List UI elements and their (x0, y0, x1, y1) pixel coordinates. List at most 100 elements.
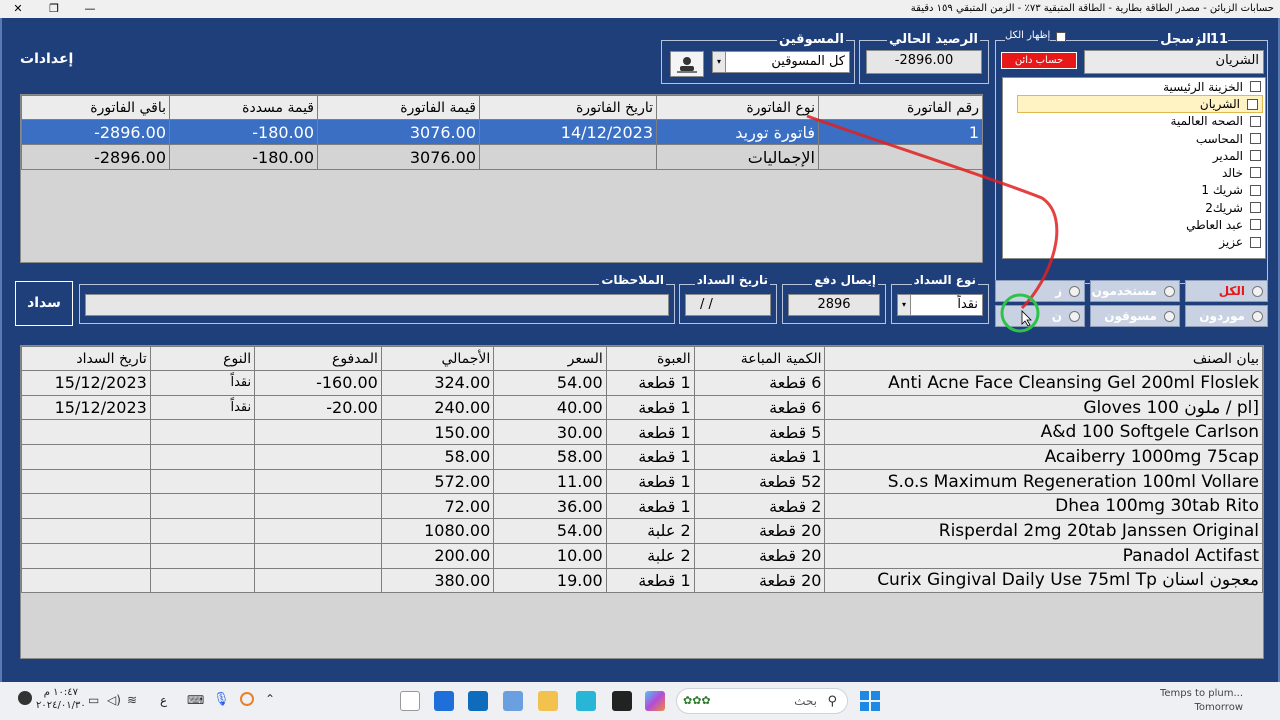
items-grid: بيان الصنف الكمية المباعة العبوة السعر ا… (20, 345, 1264, 659)
column-header[interactable]: الأجمالي (380, 346, 495, 371)
checkbox-icon[interactable] (1250, 115, 1261, 127)
language-indicator[interactable]: ع (160, 693, 167, 707)
tree-item[interactable]: الخزينة الرئيسية (1003, 78, 1265, 95)
filter-marketers-radio[interactable]: مسوقون (1090, 305, 1180, 327)
column-header[interactable]: رقم الفاتورة (818, 95, 982, 120)
table-row[interactable]: Curix Gingival Daily Use 75ml Tp معجون ا… (21, 567, 1263, 594)
checkbox-icon[interactable] (1250, 236, 1261, 248)
radio-icon (1252, 286, 1263, 297)
close-icon[interactable]: ✕ (0, 0, 36, 18)
table-row[interactable]: Risperdal 2mg 20tab Janssen Original 20 ق… (21, 518, 1263, 544)
chevron-down-icon[interactable]: ▾ (897, 294, 911, 316)
column-header[interactable]: العبوة (605, 346, 695, 371)
maximize-icon[interactable]: ❐ (36, 0, 72, 18)
battery-icon[interactable]: ▭ (88, 693, 99, 707)
folder-icon[interactable] (538, 691, 558, 711)
customers-tree: الخزينة الرئيسية الشريان الصحه العالمية … (1002, 77, 1266, 259)
filter-customers-radio[interactable]: ز (995, 280, 1085, 302)
tree-item[interactable]: شريك 1 (1003, 182, 1265, 199)
filter-users-radio[interactable]: مستخدمون (1090, 280, 1180, 302)
column-header[interactable]: قيمة الفاتورة (317, 95, 480, 120)
chevron-down-icon[interactable]: ▾ (712, 51, 726, 73)
date-field[interactable]: / / (685, 294, 771, 316)
monitor-app-icon[interactable] (434, 691, 454, 711)
checkbox-icon[interactable] (1247, 99, 1258, 111)
barcode-app-icon[interactable] (400, 691, 420, 711)
radio-icon (1164, 286, 1175, 297)
calculator-icon[interactable] (503, 691, 523, 711)
tree-item[interactable]: المحاسب (1003, 130, 1265, 147)
tree-item[interactable]: عزيز (1003, 234, 1265, 251)
table-row[interactable]: 1 فاتورة توريد 14/12/2023 3076.00 -180.0… (21, 119, 982, 145)
keyboard-icon[interactable]: ⌨ (187, 693, 204, 707)
filter-all-radio[interactable]: الكل (1185, 280, 1268, 302)
wifi-icon[interactable]: ≋ (127, 693, 137, 707)
search-highlight-icon: ✿✿✿ (683, 694, 711, 707)
column-header[interactable]: بيان الصنف (824, 346, 1263, 371)
table-row[interactable]: Anti Acne Face Cleansing Gel 200ml Flosl… (21, 370, 1263, 396)
checkbox-icon[interactable] (1250, 150, 1261, 162)
marketer-profile-icon[interactable] (670, 51, 704, 77)
table-row[interactable]: A&d 100 Softgele Carlson 5 قطعة 1 قطعة 30.0… (21, 419, 1263, 446)
minimize-icon[interactable]: — (72, 0, 108, 18)
checkbox-icon[interactable] (1250, 219, 1261, 231)
table-row[interactable]: Gloves ملون 100 / pl] 6 قطعة 1 قطعة 40.00 24… (21, 394, 1263, 421)
table-row[interactable]: S.o.s Maximum Regeneration 100ml Vollare… (21, 468, 1263, 495)
copilot-app-icon[interactable] (645, 691, 665, 711)
window-title: حسابات الزبائن - مصدر الطاقة بطارية - ال… (910, 3, 1274, 14)
settings-link[interactable]: إعدادات (20, 51, 73, 67)
column-header[interactable]: المدفوع (254, 346, 382, 371)
tree-item[interactable]: خالد (1003, 164, 1265, 181)
notes-field[interactable] (85, 294, 669, 316)
microphone-icon[interactable]: 🎙 (213, 692, 230, 707)
checkbox-icon[interactable] (1250, 184, 1261, 196)
tree-item[interactable]: الصحه العالمية (1003, 113, 1265, 130)
tree-item[interactable]: عبد العاطي (1003, 216, 1265, 233)
marketers-select[interactable]: كل المسوقين (712, 51, 850, 73)
snipping-tool-icon[interactable] (576, 691, 596, 711)
payment-type-label: نوع السداد (911, 273, 978, 287)
column-header[interactable]: قيمة مسددة (169, 95, 318, 120)
windows-start-icon[interactable] (860, 691, 880, 711)
checkbox-icon[interactable] (1250, 202, 1261, 214)
column-header[interactable]: تاريخ السداد (21, 346, 151, 371)
show-all-checkbox[interactable] (1056, 32, 1066, 42)
copilot-icon[interactable] (240, 692, 254, 706)
radio-icon (1164, 311, 1175, 322)
table-row[interactable]: Panadol Actifast 20 قطعة 2 علبة 10.00 200.00 (21, 542, 1263, 569)
column-header[interactable]: السعر (493, 346, 607, 371)
column-header[interactable]: النوع (149, 346, 256, 371)
column-header[interactable]: نوع الفاتورة (656, 95, 819, 120)
column-header[interactable]: تاريخ الفاتورة (479, 95, 657, 120)
balance-label: الرصيد الحالي (887, 32, 980, 47)
filter-suppliers-radio[interactable]: موردون (1185, 305, 1268, 327)
filter-other-radio[interactable]: ن (995, 305, 1085, 327)
app-window: إعدادات المسوقين كل المسوقين ▾ الرصيد ال… (0, 18, 1280, 682)
receipt-field[interactable]: 2896 (788, 294, 880, 316)
terminal-icon[interactable] (612, 691, 632, 711)
tree-item-selected[interactable]: الشريان (1017, 95, 1263, 113)
pay-button[interactable]: سداد (15, 281, 73, 326)
weather-widget[interactable]: Temps to plum... Tomorrow (1160, 687, 1243, 715)
table-row[interactable]: Dhea 100mg 30tab Rito 2 قطعة 1 قطعة 36.00 72… (21, 493, 1263, 520)
totals-row: الإجماليات 3076.00 -180.00 -2896.00 (21, 144, 982, 170)
settings-gear-icon[interactable] (18, 691, 32, 705)
table-row[interactable]: Acaiberry 1000mg 75cap 1 قطعة 1 قطعة 58.00 5… (21, 444, 1263, 470)
customers-count: 11 (1209, 32, 1228, 47)
checkbox-icon[interactable] (1250, 167, 1261, 179)
customer-name-field[interactable]: الشريان (1084, 50, 1264, 74)
tree-item[interactable]: المدير (1003, 147, 1265, 164)
column-header[interactable]: الكمية المباعة (693, 346, 826, 371)
tree-item[interactable]: شريك2 (1003, 199, 1265, 216)
chevron-up-icon[interactable]: ⌃ (265, 692, 275, 706)
items-table: بيان الصنف الكمية المباعة العبوة السعر ا… (21, 346, 1263, 594)
checkbox-icon[interactable] (1250, 81, 1261, 92)
volume-icon[interactable]: ◁) (107, 693, 121, 707)
show-all-label: إظهار الكل (1005, 30, 1051, 41)
column-header[interactable]: باقي الفاتورة (21, 95, 170, 120)
clock[interactable]: ١٠:٤٧ م ٢٠٢٤/٠١/٣٠ (36, 686, 86, 712)
search-box[interactable]: ⚲ بحث ✿✿✿ (676, 688, 848, 714)
search-placeholder: بحث (794, 694, 817, 708)
checkbox-icon[interactable] (1250, 132, 1261, 144)
store-icon[interactable] (468, 691, 488, 711)
